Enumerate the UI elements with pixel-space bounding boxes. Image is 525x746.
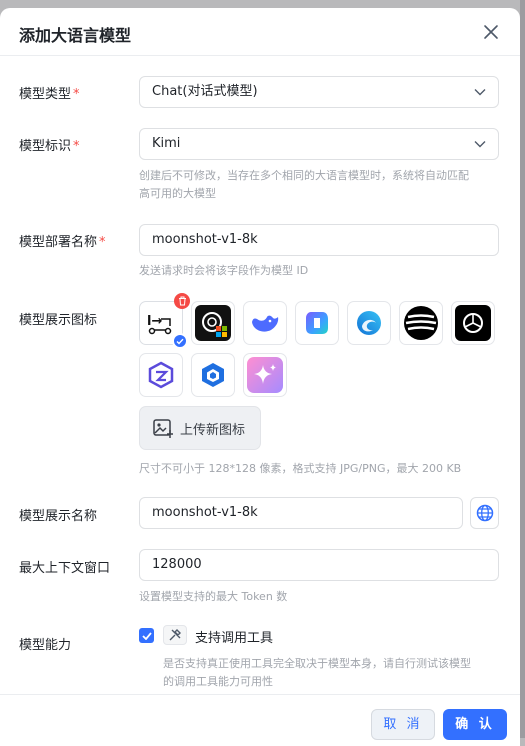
confirm-button[interactable]: 确 认 bbox=[443, 709, 507, 740]
dialog-title: 添加大语言模型 bbox=[19, 26, 132, 45]
chevron-down-icon bbox=[474, 141, 486, 148]
striped-sphere-icon bbox=[404, 306, 438, 340]
svg-text:l→: l→ bbox=[147, 314, 162, 329]
selected-check-icon bbox=[172, 333, 188, 349]
deepseek-whale-icon bbox=[252, 315, 279, 332]
upload-icon-button[interactable]: 上传新图标 bbox=[139, 406, 261, 450]
dialog-footer: 取 消 确 认 bbox=[0, 694, 520, 746]
chevron-down-icon bbox=[474, 89, 486, 96]
delete-icon[interactable] bbox=[174, 293, 190, 309]
model-id-label-text: 模型标识 bbox=[19, 139, 72, 154]
icon-option-office-openai[interactable] bbox=[191, 301, 235, 345]
capability-label: 模型能力 bbox=[19, 638, 72, 653]
tool-call-label: 支持调用工具 bbox=[195, 631, 274, 646]
hexagon-cube-icon bbox=[202, 363, 224, 387]
tool-icon bbox=[163, 625, 187, 645]
image-upload-icon bbox=[153, 419, 173, 438]
copilot-icon bbox=[306, 312, 328, 334]
model-id-label: 模型标识 * bbox=[19, 135, 80, 154]
background-scrollbar bbox=[520, 0, 525, 738]
dialog-header: 添加大语言模型 bbox=[0, 8, 520, 56]
deploy-name-hint: 发送请求时会将该字段作为模型 ID bbox=[139, 264, 309, 277]
upload-icon-label: 上传新图标 bbox=[180, 422, 246, 438]
model-type-label: 模型类型 * bbox=[19, 83, 80, 102]
context-window-input[interactable]: 128000 bbox=[139, 549, 499, 581]
upload-hint: 尺寸不可小于 128*128 像素，格式支持 JPG/PNG，最大 200 KB bbox=[139, 462, 462, 475]
display-name-label: 模型展示名称 bbox=[19, 509, 98, 524]
capability-hint: 是否支持真正使用工具完全取决于模型本身，请自行测试该模型 的调用工具能力可用性 bbox=[163, 655, 508, 691]
icon-option-deepseek[interactable] bbox=[243, 301, 287, 345]
kimi-logo-icon: l→ bbox=[147, 314, 172, 335]
checkmark-icon bbox=[141, 631, 152, 640]
model-type-value: Chat(对话式模型) bbox=[152, 84, 258, 99]
icon-option-openai[interactable] bbox=[451, 301, 495, 345]
edge-swirl-icon bbox=[357, 311, 381, 335]
deploy-name-label-text: 模型部署名称 bbox=[19, 235, 98, 250]
model-id-hint: 创建后不可修改，当存在多个相同的大语言模型时，系统将自动匹配 高可用的大模型 bbox=[139, 167, 504, 203]
close-icon[interactable] bbox=[482, 23, 500, 41]
office-openai-icon bbox=[195, 305, 231, 341]
context-window-value: 128000 bbox=[152, 557, 202, 572]
context-window-hint: 设置模型支持的最大 Token 数 bbox=[139, 590, 288, 603]
cancel-button[interactable]: 取 消 bbox=[371, 709, 435, 740]
icon-option-sparkle[interactable] bbox=[243, 353, 287, 397]
model-id-hint-line1: 创建后不可修改，当存在多个相同的大语言模型时，系统将自动匹配 bbox=[139, 169, 469, 182]
globe-icon bbox=[476, 504, 493, 522]
model-id-hint-line2: 高可用的大模型 bbox=[139, 187, 216, 200]
display-icon-label: 模型展示图标 bbox=[19, 313, 98, 328]
icon-option-tongyi[interactable] bbox=[139, 353, 183, 397]
capability-hint-line1: 是否支持真正使用工具完全取决于模型本身，请自行测试该模型 bbox=[163, 657, 471, 670]
model-type-label-text: 模型类型 bbox=[19, 87, 72, 102]
icon-option-sphere[interactable] bbox=[399, 301, 443, 345]
model-id-value: Kimi bbox=[152, 136, 181, 151]
deploy-name-input[interactable]: moonshot-v1-8k bbox=[139, 224, 499, 256]
capability-hint-line2: 的调用工具能力可用性 bbox=[163, 675, 273, 688]
i18n-button[interactable] bbox=[470, 497, 499, 529]
deploy-name-label: 模型部署名称 * bbox=[19, 231, 106, 250]
wrench-icon bbox=[169, 629, 181, 641]
required-mark: * bbox=[73, 139, 80, 154]
tongyi-qwen-icon bbox=[148, 361, 174, 389]
model-id-select[interactable]: Kimi bbox=[139, 128, 499, 160]
icon-option-copilot[interactable] bbox=[295, 301, 339, 345]
display-name-value: moonshot-v1-8k bbox=[152, 505, 258, 520]
add-llm-dialog: 添加大语言模型 模型类型 * Chat(对话式模型) 模型标识 * Kimi 创建后… bbox=[0, 8, 520, 746]
deploy-name-value: moonshot-v1-8k bbox=[152, 232, 258, 247]
icon-option-edge[interactable] bbox=[347, 301, 391, 345]
required-mark: * bbox=[99, 235, 106, 250]
icon-option-hexagon[interactable] bbox=[191, 353, 235, 397]
required-mark: * bbox=[73, 87, 80, 102]
model-type-select[interactable]: Chat(对话式模型) bbox=[139, 76, 499, 108]
gradient-sparkle-icon bbox=[247, 357, 283, 393]
display-name-input[interactable]: moonshot-v1-8k bbox=[139, 497, 463, 529]
openai-icon bbox=[455, 305, 491, 341]
context-window-label: 最大上下文窗口 bbox=[19, 561, 111, 576]
tool-call-checkbox[interactable] bbox=[139, 628, 154, 643]
